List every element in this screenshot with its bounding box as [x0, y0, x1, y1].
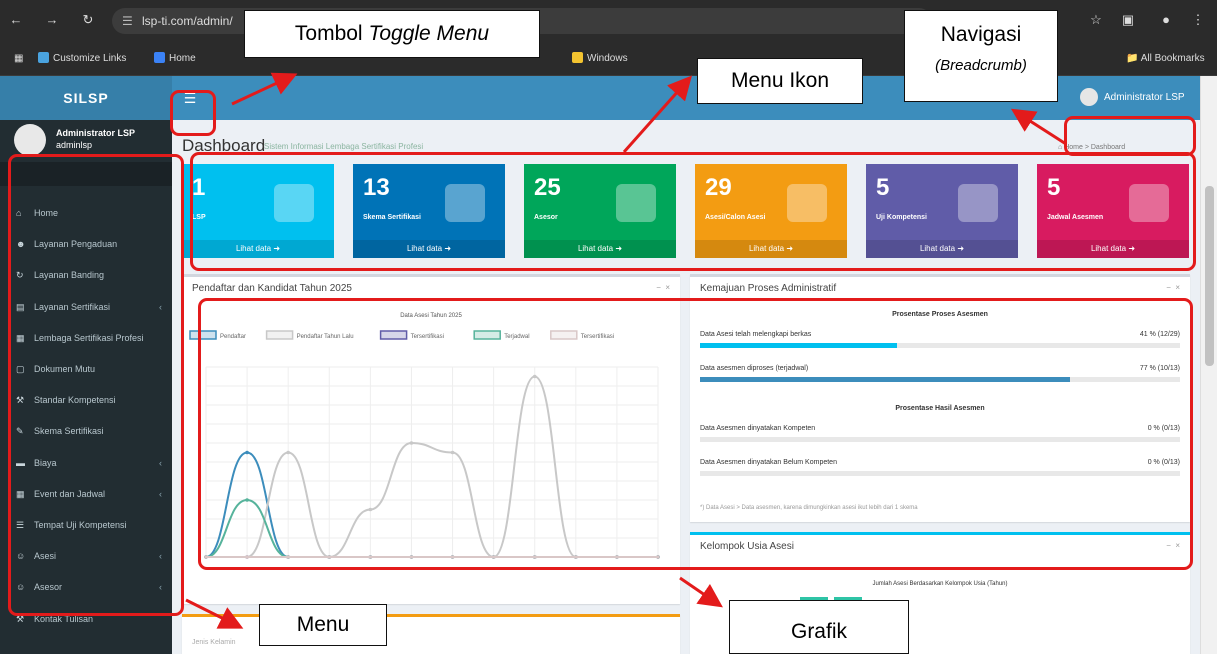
collapse-icon[interactable]: − — [1166, 283, 1171, 292]
avatar — [1080, 88, 1098, 107]
close-icon[interactable]: × — [665, 283, 670, 292]
annotation-menu-box — [8, 154, 184, 616]
page-subtitle: Sistem Informasi Lembaga Sertifikasi Pro… — [264, 142, 424, 151]
scroll-thumb[interactable] — [1205, 186, 1214, 366]
annotation-cards-box — [190, 152, 1196, 271]
bookmark-label: Home — [169, 53, 196, 64]
collapse-icon[interactable]: − — [656, 283, 661, 292]
user-menu[interactable]: Administrator LSP — [1080, 88, 1185, 108]
bookmark-label: Windows — [587, 53, 628, 64]
home-icon: ⌂ — [1058, 144, 1063, 151]
user-menu-name: Administrator LSP — [1104, 92, 1185, 103]
box-tools: − × — [1166, 283, 1180, 292]
screenshot: ← → ↻ ☰ lsp-ti.com/admin/ ☆ ▣ ● ⋮ ▦ Cust… — [0, 0, 1217, 654]
user-panel-login: adminlsp — [56, 140, 93, 150]
user-panel-name: Administrator LSP — [56, 128, 136, 138]
gender-box: Jenis Kelamin — [182, 614, 680, 654]
chart-box-title: Pendaftar dan Kandidat Tahun 2025 — [192, 283, 352, 294]
page-scrollbar[interactable] — [1200, 76, 1217, 654]
bookmark-label: Customize Links — [53, 53, 127, 64]
box-tools: − × — [656, 283, 670, 292]
forward-icon[interactable]: → — [44, 12, 60, 28]
all-bookmarks-label: All Bookmarks — [1140, 53, 1205, 64]
annotation-label-chart: Grafik — [729, 600, 909, 654]
bookmark-home[interactable]: Home — [154, 52, 196, 66]
url-text: lsp-ti.com/admin/ — [142, 14, 233, 28]
annotation-breadcrumb-title: Navigasi — [940, 23, 1022, 46]
annotation-label-breadcrumb: Navigasi (Breadcrumb) — [904, 10, 1058, 102]
more-icon[interactable]: ⋮ — [1190, 12, 1206, 28]
star-icon[interactable]: ☆ — [1088, 12, 1104, 28]
annotation-label-toggle: Tombol Toggle Menu — [244, 10, 540, 58]
annotation-breadcrumb-box — [1064, 116, 1196, 156]
annotation-breadcrumb-sub: (Breadcrumb) — [935, 57, 1027, 74]
bookmark-favicon — [38, 52, 49, 63]
apps-icon[interactable]: ▦ — [14, 52, 23, 66]
age-chart-title: Jumlah Asesi Berdasarkan Kelompok Usia (… — [872, 581, 1008, 587]
annotation-chart-box — [198, 298, 1193, 570]
bookmark-favicon — [154, 52, 165, 63]
profile-icon[interactable]: ● — [1158, 12, 1174, 28]
bookmark-favicon — [572, 52, 583, 63]
annotation-toggle-box — [170, 90, 216, 136]
annotation-toggle-prefix: Tombol — [294, 22, 369, 45]
bookmark-customize[interactable]: Customize Links — [38, 52, 126, 66]
annotation-label-menu: Menu — [259, 604, 387, 646]
progress-box-title: Kemajuan Proses Administratif — [700, 283, 837, 294]
annotation-toggle-italic: Toggle Menu — [368, 22, 490, 45]
close-icon[interactable]: × — [1175, 283, 1180, 292]
extensions-icon[interactable]: ▣ — [1120, 12, 1136, 28]
site-info-icon[interactable]: ☰ — [122, 8, 133, 34]
avatar — [14, 124, 46, 156]
gender-box-title: Jenis Kelamin — [192, 639, 236, 646]
all-bookmarks[interactable]: 📁 All Bookmarks — [1126, 52, 1205, 66]
bookmark-windows[interactable]: Windows — [572, 52, 628, 66]
logo[interactable]: SILSP — [0, 76, 172, 120]
reload-icon[interactable]: ↻ — [80, 12, 96, 28]
annotation-label-menu-icon: Menu Ikon — [697, 58, 863, 104]
back-icon[interactable]: ← — [8, 12, 24, 28]
